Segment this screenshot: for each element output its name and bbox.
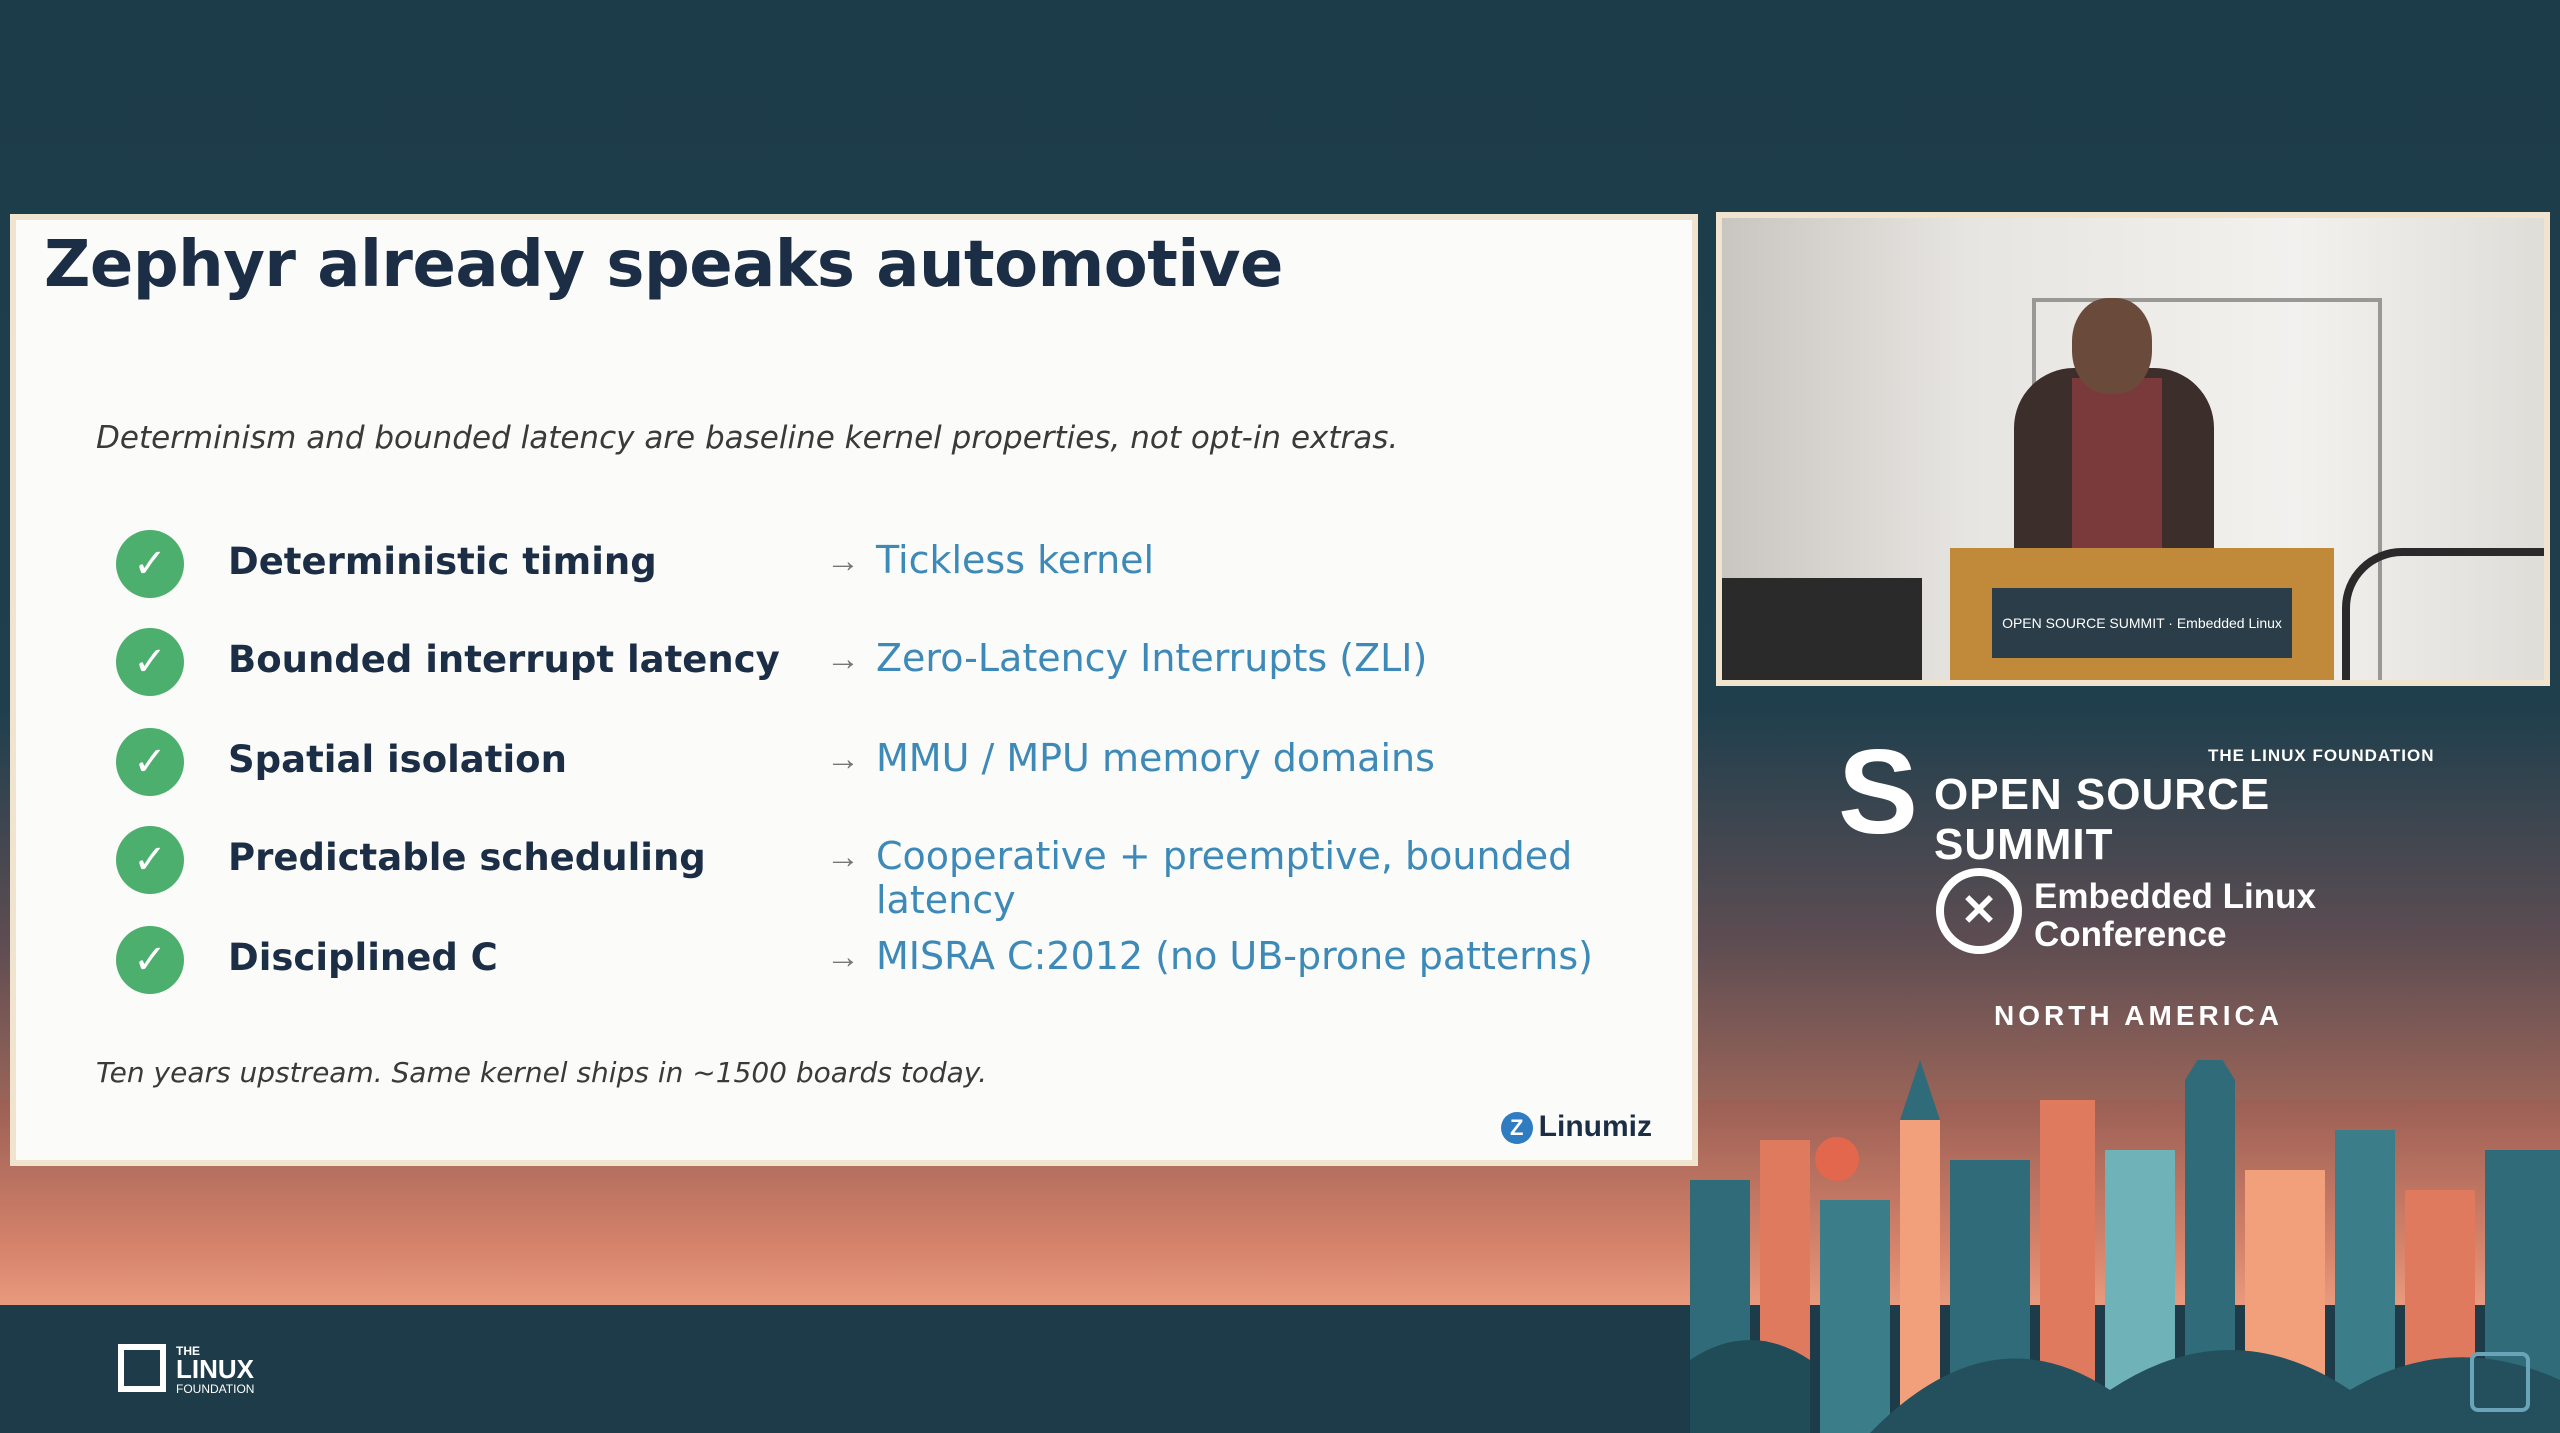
feature-mapping: MISRA C:2012 (no UB-prone patterns) xyxy=(876,934,1593,978)
feature-row: ✓ Bounded interrupt latency → Zero-Laten… xyxy=(116,628,1676,708)
arrow-icon: → xyxy=(826,740,860,778)
oss-lf-label: THE LINUX FOUNDATION xyxy=(2208,746,2435,765)
city-skyline-illustration xyxy=(1690,1060,2560,1433)
oss-name: OPEN SOURCE SUMMIT xyxy=(1934,770,2271,869)
feature-mapping: Zero-Latency Interrupts (ZLI) xyxy=(876,636,1428,680)
feature-row: ✓ Spatial isolation → MMU / MPU memory d… xyxy=(116,728,1676,808)
elc-line1: Embedded Linux xyxy=(2034,877,2316,916)
feature-mapping: Tickless kernel xyxy=(876,538,1155,582)
elc-text: Embedded Linux Conference xyxy=(2034,878,2316,954)
feature-label: Deterministic timing xyxy=(228,540,657,583)
elc-icon: ✕ xyxy=(1936,868,2022,954)
corner-watermark-icon xyxy=(2470,1352,2530,1412)
arrow-icon: → xyxy=(826,938,860,976)
feature-row: ✓ Predictable scheduling → Cooperative +… xyxy=(116,826,1676,922)
elc-line2: Conference xyxy=(2034,915,2227,954)
arrow-icon: → xyxy=(826,640,860,678)
slide-subtitle: Determinism and bounded latency are base… xyxy=(96,420,1399,456)
feature-label: Bounded interrupt latency xyxy=(228,638,780,681)
presentation-slide: Zephyr already speaks automotive Determi… xyxy=(10,214,1698,1166)
slide-title: Zephyr already speaks automotive xyxy=(44,228,1283,302)
arrow-icon: → xyxy=(826,838,860,876)
check-icon: ✓ xyxy=(116,926,184,994)
region-label: NORTH AMERICA xyxy=(1994,1000,2283,1031)
podium-sign: OPEN SOURCE SUMMIT · Embedded Linux Conf… xyxy=(1992,588,2292,658)
check-icon: ✓ xyxy=(116,728,184,796)
av-table xyxy=(1722,578,1922,680)
check-icon: ✓ xyxy=(116,628,184,696)
feature-row: ✓ Deterministic timing → Tickless kernel xyxy=(116,530,1676,610)
lf-linux: LINUX xyxy=(176,1354,254,1384)
feature-label: Predictable scheduling xyxy=(228,836,706,879)
oss-s-icon: S xyxy=(1838,725,1919,859)
check-icon: ✓ xyxy=(116,826,184,894)
speaker-head xyxy=(2072,298,2152,394)
arrow-icon: → xyxy=(826,542,860,580)
feature-mapping: Cooperative + preemptive, bounded latenc… xyxy=(876,834,1573,922)
check-icon: ✓ xyxy=(116,530,184,598)
feature-mapping: MMU / MPU memory domains xyxy=(876,736,1435,780)
feature-label: Spatial isolation xyxy=(228,738,567,781)
stair-rail xyxy=(2342,548,2544,680)
linumiz-logo: Z Linumiz xyxy=(1500,1110,1652,1145)
feature-label: Disciplined C xyxy=(228,936,498,979)
brand-name: Linumiz xyxy=(1538,1110,1652,1143)
linux-foundation-logo: THE LINUX FOUNDATION xyxy=(118,1344,298,1404)
elc-logo: ✕ Embedded Linux Conference xyxy=(1936,868,2356,968)
slide-footnote: Ten years upstream. Same kernel ships in… xyxy=(96,1056,988,1089)
lf-box-icon xyxy=(118,1344,166,1392)
feature-row: ✓ Disciplined C → MISRA C:2012 (no UB-pr… xyxy=(116,926,1676,1006)
speaker-video[interactable]: OPEN SOURCE SUMMIT · Embedded Linux Conf… xyxy=(1716,212,2550,686)
linumiz-mark-icon: Z xyxy=(1500,1112,1533,1145)
oss-logo: S THE LINUX FOUNDATION OPEN SOURCE SUMMI… xyxy=(1838,725,2438,869)
lf-foundation: FOUNDATION xyxy=(176,1382,255,1396)
